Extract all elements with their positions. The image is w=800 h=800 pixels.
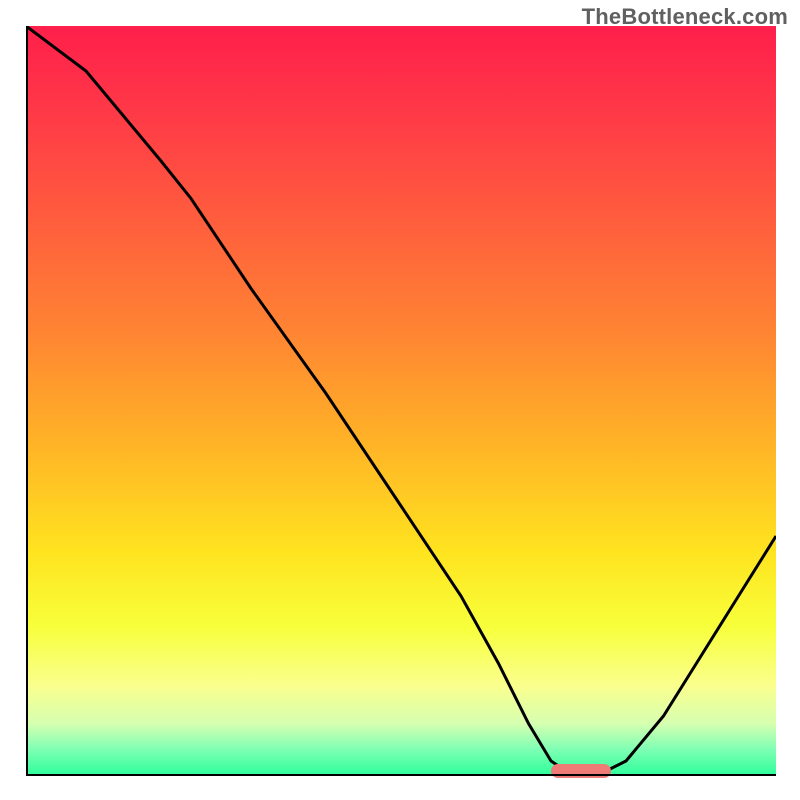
chart-area — [26, 26, 776, 776]
watermark-text: TheBottleneck.com — [582, 4, 788, 30]
axes — [26, 26, 776, 776]
